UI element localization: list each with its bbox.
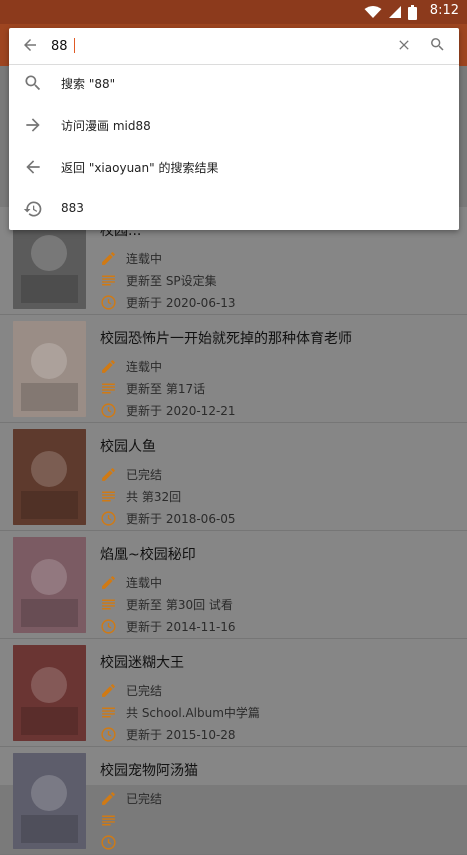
comic-latest: 共 第32回	[126, 489, 182, 504]
suggestion-history[interactable]: 883	[9, 188, 459, 230]
latest-row: 更新至 SP设定集	[100, 271, 217, 289]
comic-updated: 更新于 2018-06-05	[126, 511, 236, 526]
comic-title: 校园宠物阿汤猫	[100, 763, 198, 779]
comic-latest: 更新至 第17话	[126, 381, 206, 396]
latest-row: 更新至 第30回 试看	[100, 595, 233, 613]
pencil-icon	[100, 250, 117, 267]
status-bar: 8:12	[0, 0, 467, 24]
list-item[interactable]: 焰凰~校园秘印 连载中 更新至 第30回 试看 更新于 2014-11-16	[0, 531, 467, 639]
search-icon	[25, 75, 41, 91]
suggestion-visit-comic[interactable]: 访问漫画 mid88	[9, 104, 459, 146]
suggestion-label: 访问漫画 mid88	[61, 119, 151, 133]
updated-row: 更新于 2020-06-13	[100, 293, 236, 311]
comic-status: 已完结	[126, 791, 163, 806]
pencil-icon	[100, 358, 117, 375]
latest-row: 更新至 第17话	[100, 379, 205, 397]
pencil-icon	[100, 790, 117, 807]
comic-status: 已完结	[126, 683, 163, 698]
updated-row: 更新于 2015-10-28	[100, 725, 236, 743]
updated-row: 更新于 2020-12-21	[100, 401, 236, 419]
list-lines-icon	[100, 488, 117, 505]
latest-row: 共 School.Album中学篇	[100, 703, 260, 721]
wifi-icon	[364, 6, 382, 18]
list-item[interactable]: 校园人鱼 已完结 共 第32回 更新于 2018-06-05	[0, 423, 467, 531]
comic-status: 连载中	[126, 575, 163, 590]
comic-latest: 共 School.Album中学篇	[126, 705, 260, 720]
status-icons	[364, 4, 417, 20]
comic-title: 焰凰~校园秘印	[100, 547, 196, 563]
status-row: 连载中	[100, 573, 162, 591]
text-caret	[74, 38, 75, 53]
pencil-icon	[100, 682, 117, 699]
suggestion-label: 返回 "xiaoyuan" 的搜索结果	[61, 161, 219, 175]
comic-cover	[13, 753, 86, 849]
results-list[interactable]: 校园... 连载中 更新至 SP设定集 更新于 2020-06-13 校园恐怖片…	[0, 207, 467, 855]
comic-status: 已完结	[126, 467, 163, 482]
latest-row	[100, 811, 126, 829]
list-item[interactable]: 校园恐怖片一开始就死掉的那种体育老师 连载中 更新至 第17话 更新于 2020…	[0, 315, 467, 423]
pencil-icon	[100, 466, 117, 483]
arrow-left-icon	[26, 160, 40, 174]
clock-icon	[100, 618, 117, 635]
back-arrow-icon[interactable]	[21, 36, 39, 54]
battery-icon	[408, 4, 417, 20]
status-row: 连载中	[100, 357, 162, 375]
list-item[interactable]: 校园迷糊大王 已完结 共 School.Album中学篇 更新于 2015-10…	[0, 639, 467, 747]
list-lines-icon	[100, 596, 117, 613]
clock-icon	[100, 726, 117, 743]
arrow-right-icon	[26, 118, 40, 132]
comic-updated: 更新于 2020-12-21	[126, 403, 236, 418]
list-item[interactable]: 校园宠物阿汤猫 已完结	[0, 747, 467, 855]
comic-cover	[13, 645, 86, 741]
comic-updated: 更新于 2015-10-28	[126, 727, 236, 742]
list-lines-icon	[100, 380, 117, 397]
search-icon[interactable]	[429, 36, 446, 53]
updated-row	[100, 833, 126, 851]
list-lines-icon	[100, 272, 117, 289]
comic-latest: 更新至 第30回 试看	[126, 597, 233, 612]
latest-row: 共 第32回	[100, 487, 181, 505]
status-time: 8:12	[429, 3, 459, 18]
comic-updated: 更新于 2020-06-13	[126, 295, 236, 310]
suggestion-return-results[interactable]: 返回 "xiaoyuan" 的搜索结果	[9, 146, 459, 188]
comic-title: 校园人鱼	[100, 439, 156, 455]
status-row: 已完结	[100, 789, 162, 807]
signal-icon	[389, 6, 401, 18]
clock-icon	[100, 402, 117, 419]
suggestion-label: 搜索 "88"	[61, 77, 116, 91]
comic-title: 校园迷糊大王	[100, 655, 184, 671]
comic-status: 连载中	[126, 251, 163, 266]
history-icon	[23, 201, 42, 217]
search-panel: 搜索 "88" 访问漫画 mid88 返回 "xiaoyuan" 的搜索结果 8…	[9, 28, 459, 230]
status-row: 连载中	[100, 249, 162, 267]
clear-icon[interactable]	[396, 37, 412, 53]
clock-icon	[100, 510, 117, 527]
updated-row: 更新于 2014-11-16	[100, 617, 236, 635]
status-row: 已完结	[100, 465, 162, 483]
list-lines-icon	[100, 704, 117, 721]
list-lines-icon	[100, 812, 117, 829]
comic-title: 校园恐怖片一开始就死掉的那种体育老师	[100, 331, 352, 347]
comic-cover	[13, 537, 86, 633]
search-bar	[9, 28, 459, 65]
pencil-icon	[100, 574, 117, 591]
comic-latest: 更新至 SP设定集	[126, 273, 217, 288]
suggestion-label: 883	[61, 201, 84, 215]
clock-icon	[100, 294, 117, 311]
search-input[interactable]	[51, 36, 381, 56]
comic-status: 连载中	[126, 359, 163, 374]
comic-updated: 更新于 2014-11-16	[126, 619, 236, 634]
comic-cover	[13, 429, 86, 525]
clock-icon	[100, 834, 117, 851]
status-row: 已完结	[100, 681, 162, 699]
suggestion-search[interactable]: 搜索 "88"	[9, 62, 459, 104]
updated-row: 更新于 2018-06-05	[100, 509, 236, 527]
comic-cover	[13, 321, 86, 417]
